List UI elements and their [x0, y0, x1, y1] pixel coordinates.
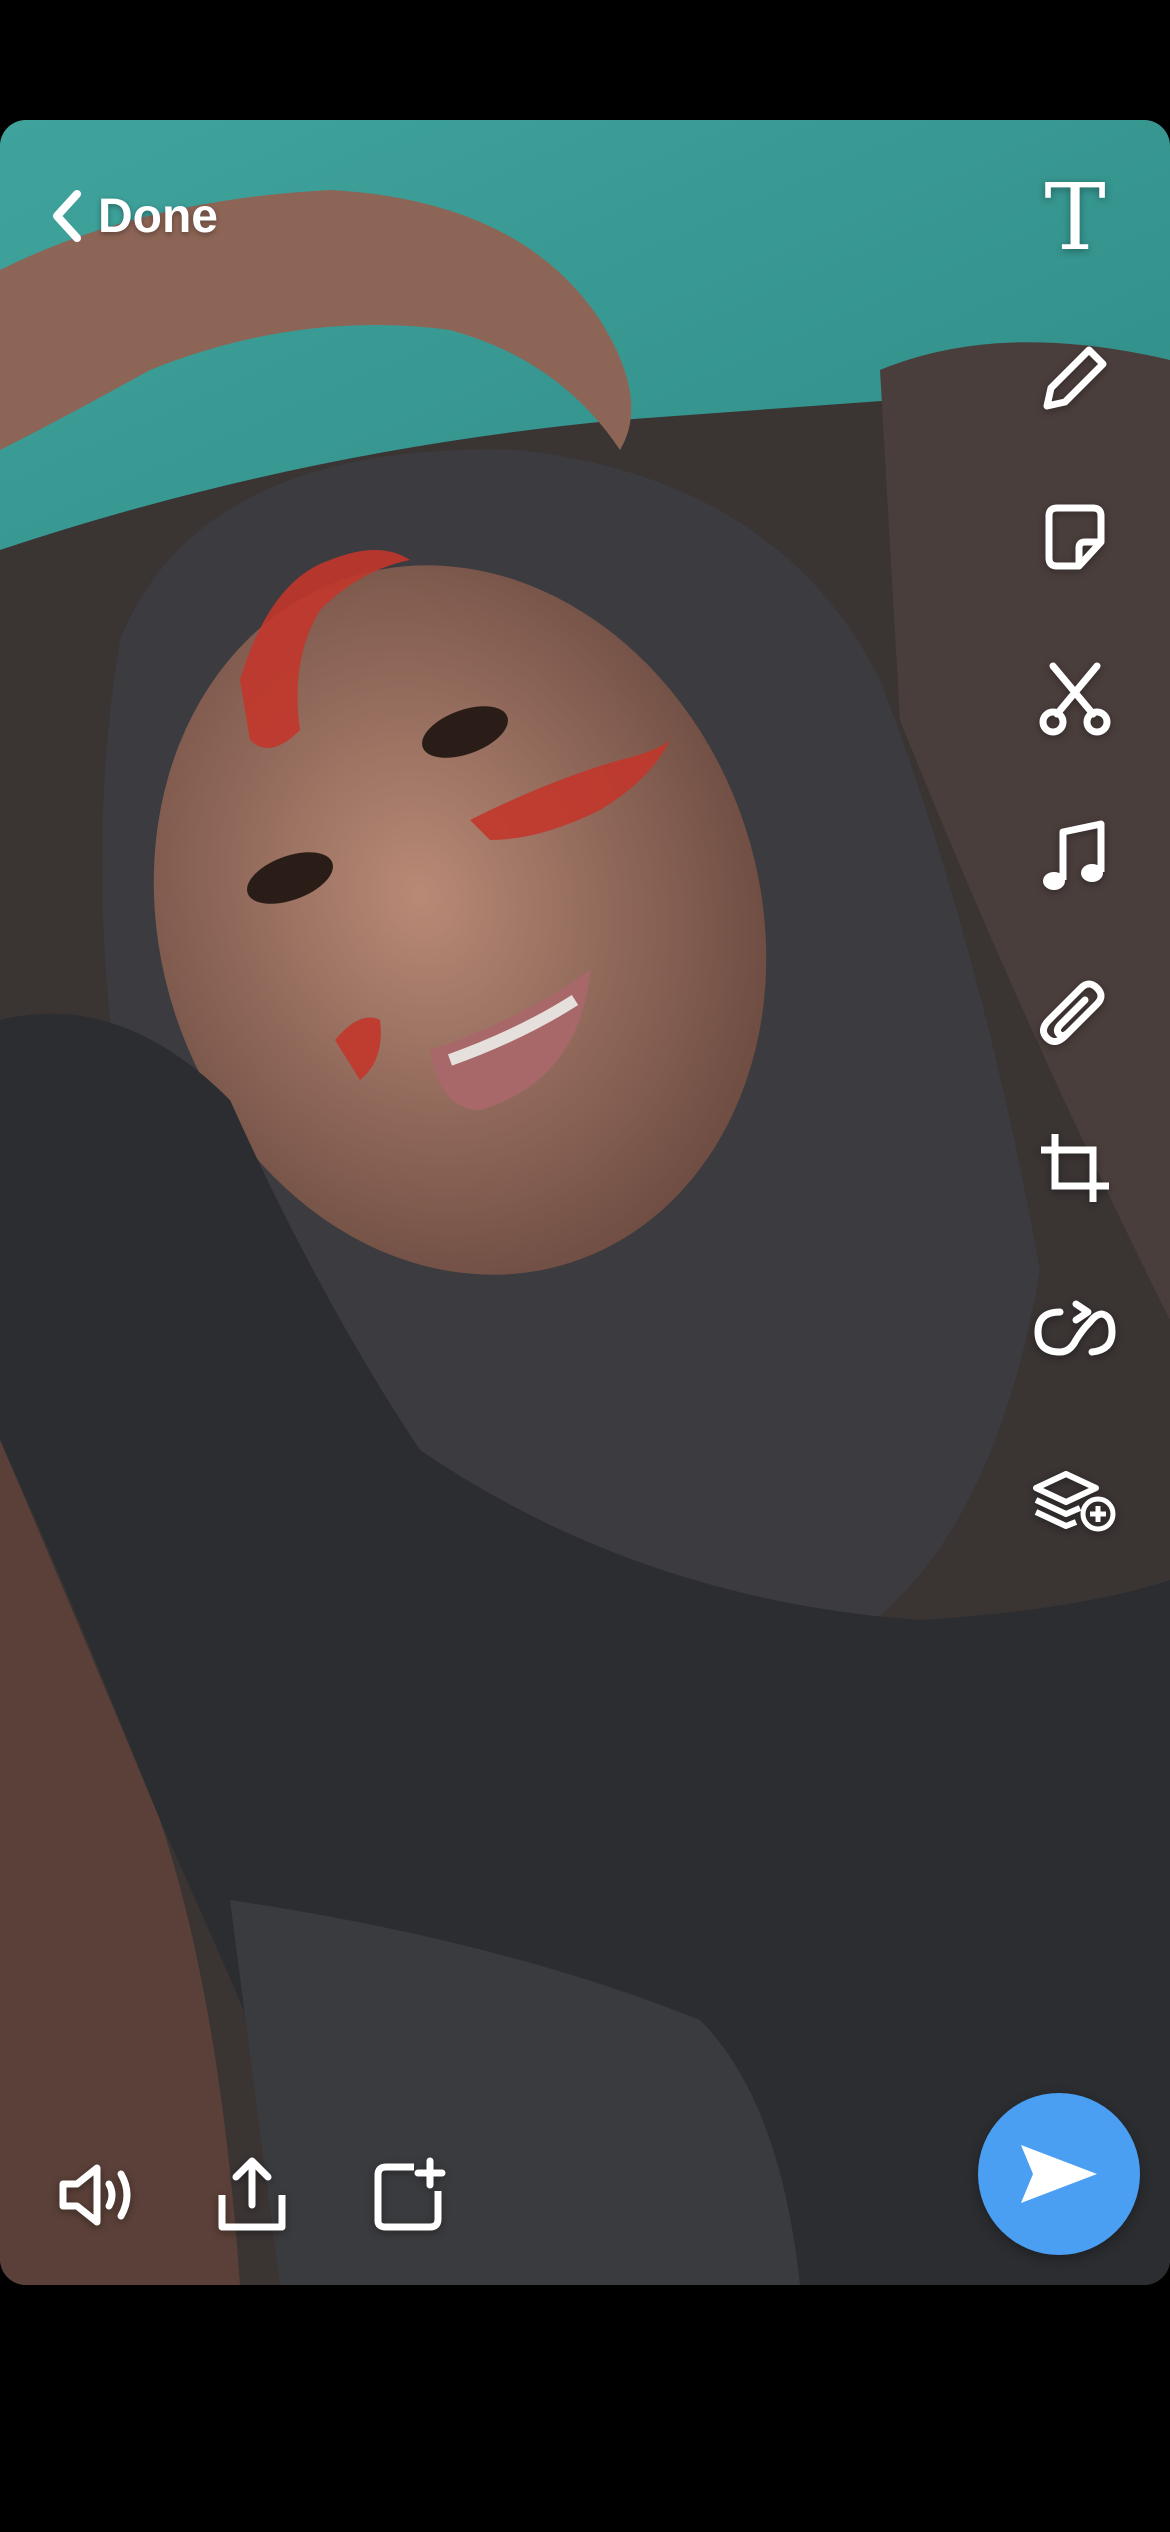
crop-icon [1041, 1134, 1109, 1202]
scissors-tool[interactable] [1025, 648, 1125, 748]
snap-editor-screen: Done T [0, 0, 1170, 2532]
sound-button[interactable] [50, 2145, 150, 2245]
loop-tool[interactable] [1025, 1280, 1125, 1380]
scissors-icon [1039, 662, 1111, 736]
music-tool[interactable] [1025, 808, 1125, 908]
save-story-button[interactable] [358, 2145, 458, 2245]
sticker-icon [1045, 504, 1105, 570]
layers-add-icon [1033, 1471, 1116, 1532]
speaker-icon [59, 2164, 131, 2226]
share-icon [218, 2157, 286, 2231]
share-button[interactable] [202, 2145, 302, 2245]
done-button[interactable]: Done [50, 176, 218, 256]
send-button[interactable] [978, 2093, 1140, 2255]
text-tool[interactable]: T [1025, 168, 1125, 268]
sticker-tool[interactable] [1025, 488, 1125, 588]
send-icon [1021, 2145, 1097, 2203]
layers-tool[interactable] [1025, 1448, 1125, 1548]
pencil-icon [1043, 346, 1107, 410]
draw-tool[interactable] [1025, 328, 1125, 428]
add-story-icon [374, 2157, 446, 2231]
done-label: Done [98, 189, 218, 243]
photo-preview [0, 120, 1170, 2285]
link-tool[interactable] [1025, 968, 1125, 1068]
loop-icon [1034, 1300, 1116, 1356]
chevron-left-icon [53, 190, 81, 242]
crop-tool[interactable] [1025, 1118, 1125, 1218]
paperclip-icon [1040, 980, 1105, 1045]
text-icon: T [1044, 164, 1106, 271]
music-note-icon [1043, 820, 1105, 890]
